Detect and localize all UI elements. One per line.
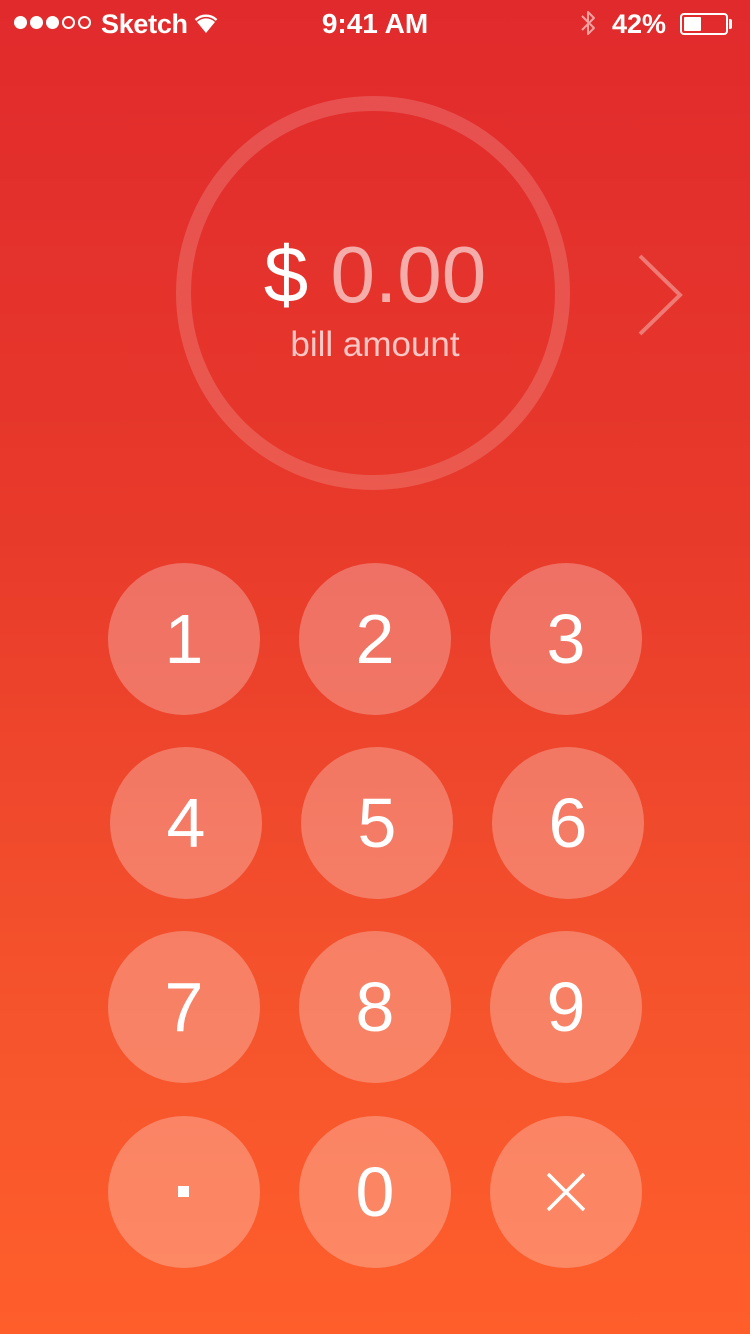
battery-percent: 42% — [612, 9, 667, 39]
key-7[interactable]: 7 — [108, 931, 260, 1083]
key-1[interactable]: 1 — [108, 563, 260, 715]
key-0[interactable]: 0 — [299, 1116, 451, 1268]
key-3[interactable]: 3 — [490, 563, 642, 715]
key-decimal[interactable] — [108, 1116, 260, 1268]
key-4[interactable]: 4 — [110, 747, 262, 899]
battery-level — [684, 17, 701, 31]
battery-icon — [680, 13, 728, 35]
key-9[interactable]: 9 — [490, 931, 642, 1083]
key-5[interactable]: 5 — [301, 747, 453, 899]
bluetooth-icon — [581, 11, 595, 35]
battery-nub — [729, 19, 732, 29]
status-bar: Sketch 9:41 AM 42% — [0, 0, 750, 48]
currency-symbol: $ — [263, 230, 309, 319]
close-icon — [546, 1172, 586, 1212]
amount-value: 0.00 — [330, 230, 487, 319]
key-6[interactable]: 6 — [492, 747, 644, 899]
chevron-right-icon[interactable] — [634, 252, 686, 338]
key-2[interactable]: 2 — [299, 563, 451, 715]
delete-button[interactable] — [490, 1116, 642, 1268]
decimal-point-icon — [178, 1186, 189, 1197]
tip-calculator-screen: Sketch 9:41 AM 42% $ 0.00 bill amount 1 … — [0, 0, 750, 1334]
key-8[interactable]: 8 — [299, 931, 451, 1083]
